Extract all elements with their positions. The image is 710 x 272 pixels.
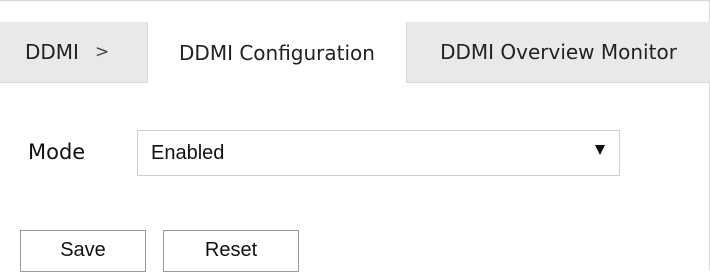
tab-label: DDMI Configuration	[179, 40, 375, 65]
dropdown-arrow-icon	[595, 145, 605, 155]
breadcrumb: DDMI >	[0, 22, 109, 82]
mode-label: Mode	[28, 140, 86, 164]
breadcrumb-separator: >	[94, 42, 110, 62]
breadcrumb-root[interactable]: DDMI	[25, 40, 79, 64]
mode-select[interactable]: Enabled	[137, 130, 620, 176]
tab-ddmi-overview-monitor[interactable]: DDMI Overview Monitor	[407, 22, 710, 82]
tab-ddmi-configuration[interactable]: DDMI Configuration	[147, 22, 407, 83]
mode-select-value: Enabled	[151, 141, 225, 164]
tab-bar: DDMI > DDMI Configuration DDMI Overview …	[0, 22, 710, 83]
reset-button[interactable]: Reset	[163, 230, 299, 272]
tab-label: DDMI Overview Monitor	[440, 40, 677, 64]
save-button[interactable]: Save	[20, 230, 146, 272]
